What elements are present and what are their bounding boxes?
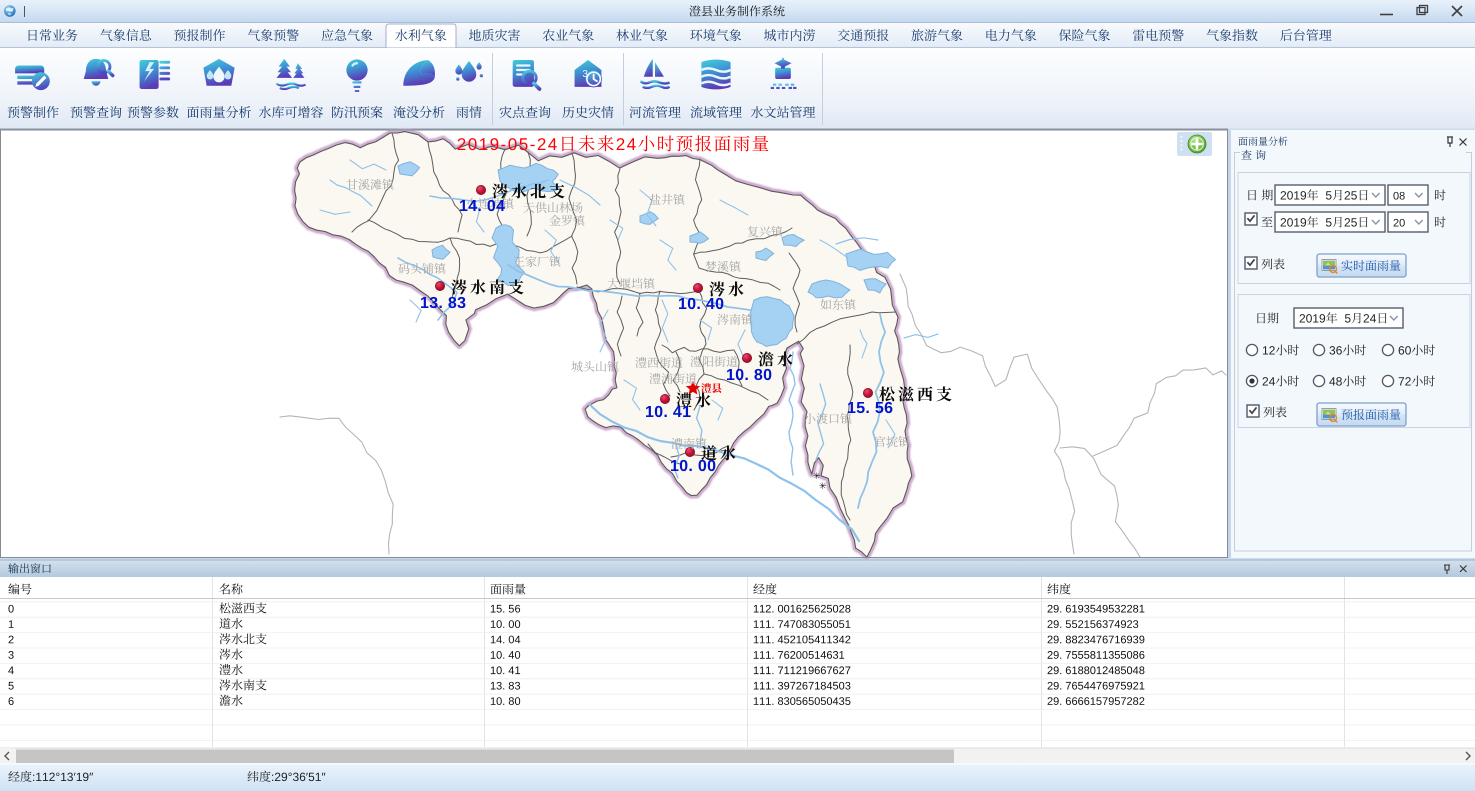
svg-text:✳: ✳ [819, 481, 827, 491]
svg-text:3: 3 [582, 69, 588, 80]
svg-text:✳: ✳ [813, 471, 821, 481]
